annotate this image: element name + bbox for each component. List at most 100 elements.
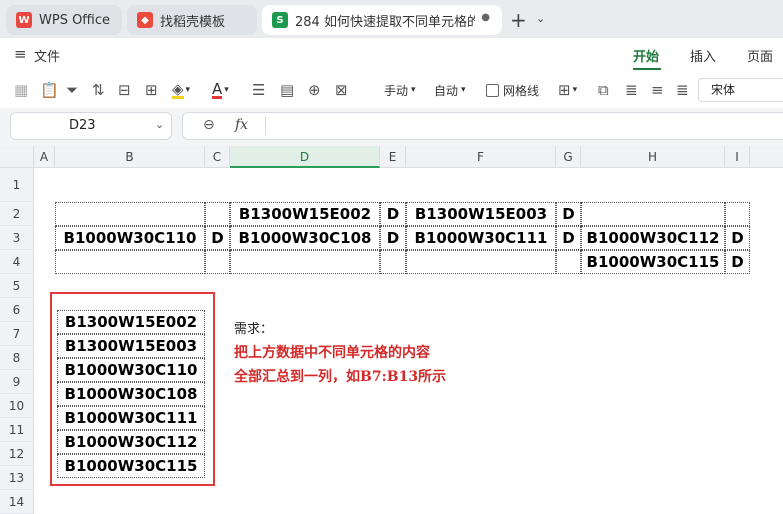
row-header-8[interactable]: 8: [0, 346, 34, 370]
formula-input[interactable]: ⊖ fx: [182, 112, 783, 140]
tab-label: 找稻壳模板: [160, 14, 226, 30]
menu-file[interactable]: 文件: [34, 46, 60, 65]
row-header-1[interactable]: 1: [0, 168, 34, 202]
merge-icon[interactable]: ⊠: [335, 80, 348, 100]
auto-label: 自动: [434, 83, 459, 98]
row-header-12[interactable]: 12: [0, 442, 34, 466]
align-right-icon[interactable]: ≣: [676, 80, 689, 100]
column-header-G[interactable]: G: [556, 146, 581, 168]
sort-icon[interactable]: ⇅: [92, 80, 105, 100]
cell-I2[interactable]: [725, 202, 750, 226]
borders-icon[interactable]: ⊞: [145, 80, 158, 100]
cell-E2[interactable]: D: [380, 202, 406, 226]
column-header-B[interactable]: B: [55, 146, 205, 168]
cell-F2[interactable]: B1300W15E003: [406, 202, 556, 226]
tab-current-sheet[interactable]: S 284 如何快速提取不同单元格的内 ●: [262, 5, 502, 35]
freeze-icon[interactable]: ⧉: [598, 80, 609, 100]
column-header-A[interactable]: A: [34, 146, 55, 168]
column-header-E[interactable]: E: [380, 146, 406, 168]
row-header-13[interactable]: 13: [0, 466, 34, 490]
tab-wps-office[interactable]: W WPS Office: [6, 5, 122, 35]
fill-icon[interactable]: ⊟: [118, 80, 131, 100]
toolbar: ▦ 📋 ⏷ ⇅ ⊟ ⊞ ◈ ▾ A ▾ ☰ ▤ ⊕ ⊠ 手动 ▾ 自动 ▾ 网格线 ⊞ ▾…: [0, 72, 783, 108]
cell-H4[interactable]: B1000W30C115: [581, 250, 725, 274]
cell-E4[interactable]: [380, 250, 406, 274]
align-left-icon[interactable]: ≣: [625, 80, 638, 100]
row-height-label: 手动: [384, 83, 409, 98]
cell-C3[interactable]: D: [205, 226, 230, 250]
menu-page[interactable]: 页面: [747, 46, 773, 65]
cell-B3[interactable]: B1000W30C110: [55, 226, 205, 250]
zoom-search-icon[interactable]: ⊖: [203, 117, 215, 133]
filter-icon[interactable]: ⏷: [66, 80, 78, 100]
cell-G2[interactable]: D: [556, 202, 581, 226]
column-header-I[interactable]: I: [725, 146, 750, 168]
gridlines-label: 网格线: [503, 83, 540, 98]
cell-D4[interactable]: [230, 250, 380, 274]
cell-C2[interactable]: [205, 202, 230, 226]
font-color-icon[interactable]: A ▾: [212, 80, 229, 100]
note-line-2: 全部汇总到一列，如B7:B13所示: [234, 369, 447, 385]
chevron-down-icon[interactable]: ⌄: [536, 12, 545, 25]
row-header-11[interactable]: 11: [0, 418, 34, 442]
daoke-icon: ◆: [137, 12, 153, 28]
row-header-14[interactable]: 14: [0, 490, 34, 514]
cell-F4[interactable]: [406, 250, 556, 274]
highlight-box: [50, 292, 215, 486]
row-header-7[interactable]: 7: [0, 322, 34, 346]
wps-logo-icon: W: [16, 12, 32, 28]
cell-I4[interactable]: D: [725, 250, 750, 274]
hamburger-menu-icon[interactable]: ≡: [14, 45, 27, 63]
paste-icon[interactable]: 📋: [40, 80, 59, 100]
row-header-3[interactable]: 3: [0, 226, 34, 250]
name-box-value: D23: [69, 118, 96, 133]
row-header-10[interactable]: 10: [0, 394, 34, 418]
chevron-down-icon[interactable]: ⌄: [155, 118, 164, 131]
cell-D3[interactable]: B1000W30C108: [230, 226, 380, 250]
row-header-2[interactable]: 2: [0, 202, 34, 226]
menu-insert[interactable]: 插入: [690, 46, 716, 65]
row-height-dropdown[interactable]: 手动 ▾: [384, 80, 416, 100]
cell-F3[interactable]: B1000W30C111: [406, 226, 556, 250]
wrap-icon[interactable]: ☰: [252, 80, 265, 100]
font-select[interactable]: 宋体: [698, 78, 783, 102]
cell-B4[interactable]: [55, 250, 205, 274]
cell-style-icon[interactable]: ⊞ ▾: [558, 80, 577, 100]
cell-D2[interactable]: B1300W15E002: [230, 202, 380, 226]
fx-icon[interactable]: fx: [235, 117, 248, 133]
column-header-D[interactable]: D: [230, 146, 380, 168]
cell-C4[interactable]: [205, 250, 230, 274]
cell-G3[interactable]: D: [556, 226, 581, 250]
cell-B2[interactable]: [55, 202, 205, 226]
cell-H2[interactable]: [581, 202, 725, 226]
format-number-icon[interactable]: ▦: [14, 80, 28, 100]
name-box[interactable]: D23 ⌄: [10, 112, 172, 140]
fill-color-icon[interactable]: ◈ ▾: [172, 80, 190, 100]
column-header-blank[interactable]: [750, 146, 783, 168]
column-header-H[interactable]: H: [581, 146, 725, 168]
row-header-9[interactable]: 9: [0, 370, 34, 394]
cell-E3[interactable]: D: [380, 226, 406, 250]
column-header-C[interactable]: C: [205, 146, 230, 168]
spreadsheet-grid[interactable]: ABCDEFGHI 1 2 3 4 5 6 7 8 9 10 11 12 13 14 B1300W15E0…: [0, 146, 783, 514]
spreadsheet-icon: S: [272, 12, 288, 28]
tab-daoke-templates[interactable]: ◆ 找稻壳模板: [127, 5, 257, 35]
row-header-5[interactable]: 5: [0, 274, 34, 298]
align-center-icon[interactable]: ≡: [651, 80, 664, 100]
gridlines-toggle[interactable]: 网格线: [486, 80, 539, 100]
cell-H3[interactable]: B1000W30C112: [581, 226, 725, 250]
row-header-4[interactable]: 4: [0, 250, 34, 274]
table-style-icon[interactable]: ▤: [280, 80, 294, 100]
row-header-6[interactable]: 6: [0, 298, 34, 322]
auto-dropdown[interactable]: 自动 ▾: [434, 80, 466, 100]
tab-dot-icon[interactable]: ●: [481, 12, 490, 23]
fx-insert-icon[interactable]: ⊕: [308, 80, 321, 100]
formula-bar: D23 ⌄ ⊖ fx: [0, 108, 783, 146]
select-all-corner[interactable]: [0, 146, 34, 168]
tab-label: WPS Office: [39, 12, 111, 28]
new-tab-plus-icon[interactable]: +: [510, 8, 527, 32]
column-header-F[interactable]: F: [406, 146, 556, 168]
cell-I3[interactable]: D: [725, 226, 750, 250]
cell-G4[interactable]: [556, 250, 581, 274]
menu-start[interactable]: 开始: [633, 46, 659, 65]
